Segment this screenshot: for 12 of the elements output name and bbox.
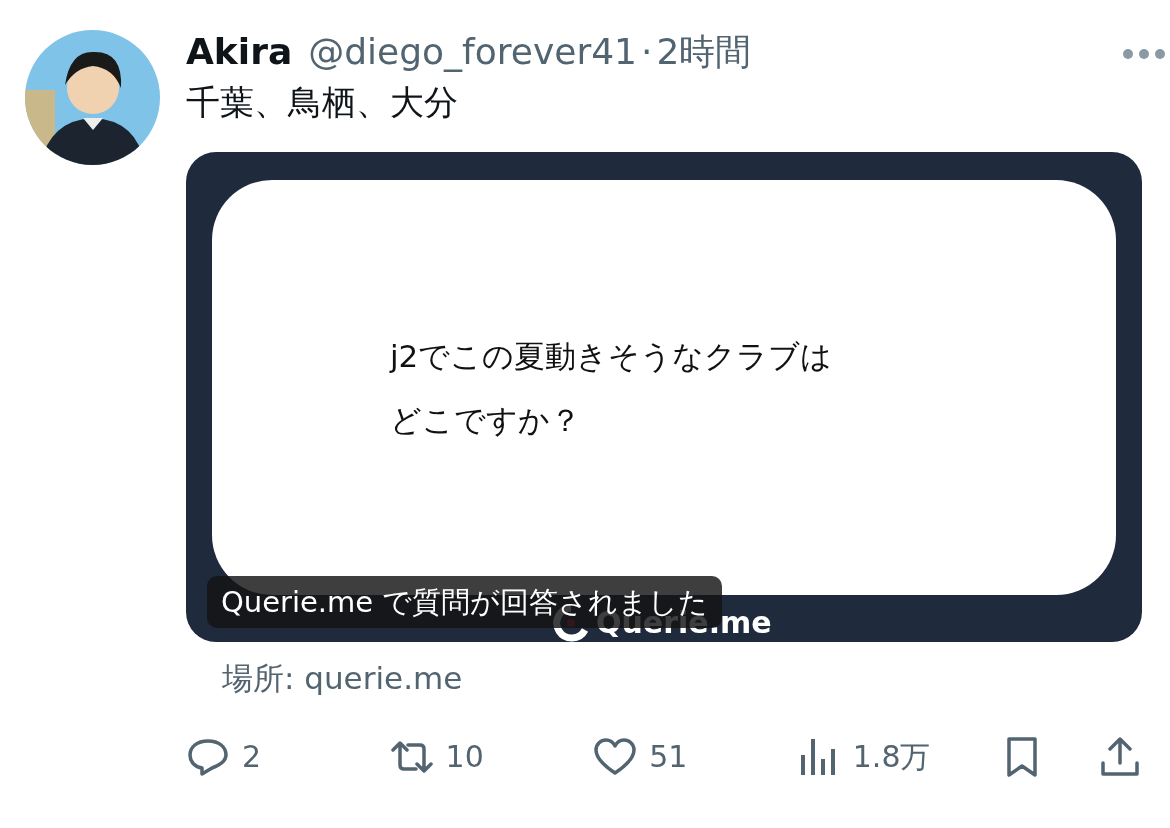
reply-button[interactable]: 2 — [186, 734, 336, 779]
question-text: j2でこの夏動きそうなクラブは どこですか？ — [390, 336, 833, 440]
post-text: 千葉、鳥栖、大分 — [186, 81, 459, 124]
repost-button[interactable]: 10 — [389, 734, 540, 779]
more-icon[interactable] — [1122, 48, 1166, 60]
views-button[interactable]: 1.8万 — [796, 734, 947, 779]
separator-dot: · — [641, 30, 653, 74]
like-button[interactable]: 51 — [593, 734, 744, 779]
user-handle[interactable]: @diego_forever41 — [308, 30, 637, 74]
source-link[interactable]: 場所: querie.me — [222, 656, 1142, 700]
author-name[interactable]: Akira — [186, 30, 293, 74]
post-time[interactable]: 2時間 — [656, 30, 752, 74]
